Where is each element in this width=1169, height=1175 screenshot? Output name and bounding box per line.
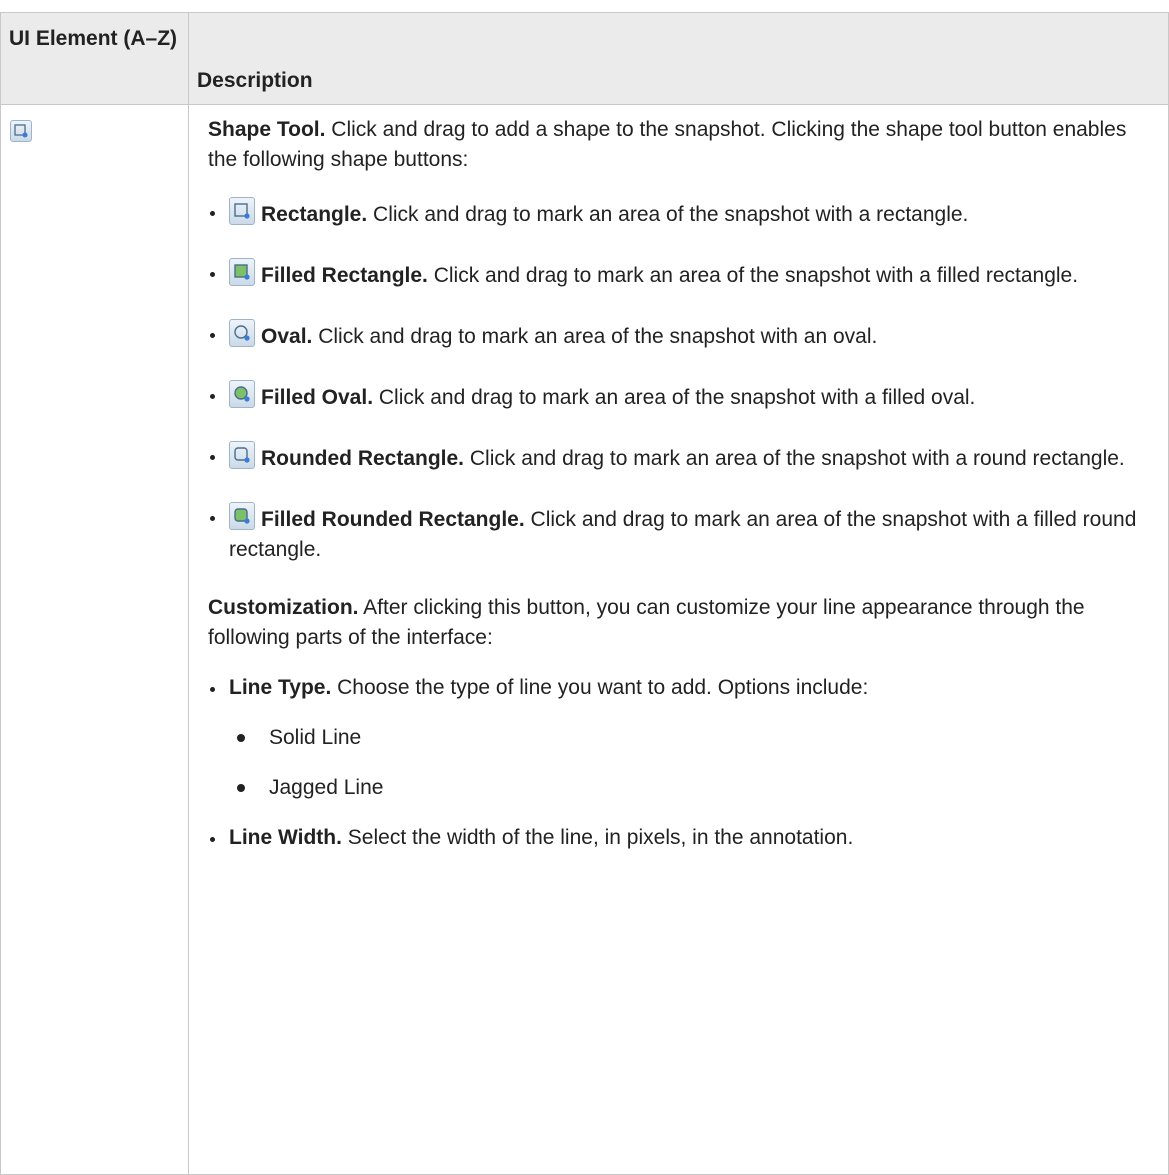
shape-title: Oval. [261, 325, 313, 348]
rounded-rectangle-icon [229, 441, 255, 469]
list-item: Line Type. Choose the type of line you w… [208, 673, 1160, 803]
line-type-title: Line Type. [229, 676, 332, 699]
list-item: Filled Oval. Click and drag to mark an a… [208, 380, 1160, 413]
shape-text: Click and drag to mark an area of the sn… [373, 386, 976, 409]
filled-oval-icon [229, 380, 255, 408]
customization-description: Customization. After clicking this butto… [208, 593, 1160, 653]
shape-title: Filled Rectangle. [261, 264, 428, 287]
shape-title: Filled Oval. [261, 386, 374, 409]
table-header-row: UI Element (A–Z) Description [0, 12, 1169, 105]
line-width-title: Line Width. [229, 826, 342, 849]
shape-tool-title: Shape Tool. [208, 118, 326, 141]
list-item: Line Width. Select the width of the line… [208, 823, 1160, 853]
list-item: Rounded Rectangle. Click and drag to mar… [208, 441, 1160, 474]
shape-text: Click and drag to mark an area of the sn… [427, 264, 1079, 287]
shape-text: Click and drag to mark an area of the sn… [367, 203, 969, 226]
table-row: Shape Tool. Click and drag to add a shap… [0, 104, 1169, 1175]
description-column-header: Description [188, 12, 1169, 105]
ui-element-column-header: UI Element (A–Z) [0, 12, 189, 105]
rectangle-icon [229, 197, 255, 225]
filled-rounded-rectangle-icon [229, 502, 255, 530]
list-item: Filled Rectangle. Click and drag to mark… [208, 258, 1160, 291]
shape-tool-description: Shape Tool. Click and drag to add a shap… [208, 115, 1160, 175]
list-item: Solid Line [229, 723, 1160, 753]
line-type-text: Choose the type of line you want to add.… [331, 676, 869, 699]
customization-list: Line Type. Choose the type of line you w… [208, 673, 1160, 853]
ui-element-cell [0, 104, 189, 1175]
shape-buttons-list: Rectangle. Click and drag to mark an are… [208, 197, 1160, 565]
shape-tool-icon [10, 120, 32, 143]
list-item: Oval. Click and drag to mark an area of … [208, 319, 1160, 352]
oval-icon [229, 319, 255, 347]
list-item: Filled Rounded Rectangle. Click and drag… [208, 502, 1160, 565]
shape-title: Filled Rounded Rectangle. [261, 508, 525, 531]
shape-text: Click and drag to mark an area of the sn… [312, 325, 878, 348]
line-width-text: Select the width of the line, in pixels,… [341, 826, 854, 849]
shape-tool-text: Click and drag to add a shape to the sna… [208, 118, 1127, 171]
list-item: Jagged Line [229, 773, 1160, 803]
line-type-options-list: Solid Line Jagged Line [229, 723, 1160, 803]
description-cell: Shape Tool. Click and drag to add a shap… [188, 104, 1169, 1175]
filled-rectangle-icon [229, 258, 255, 286]
shape-text: Click and drag to mark an area of the sn… [464, 447, 1125, 470]
customization-title: Customization. [208, 596, 359, 619]
shape-title: Rounded Rectangle. [261, 447, 465, 470]
shape-title: Rectangle. [261, 203, 368, 226]
ui-element-table: UI Element (A–Z) Description Shape Tool.… [0, 12, 1169, 1175]
list-item: Rectangle. Click and drag to mark an are… [208, 197, 1160, 230]
